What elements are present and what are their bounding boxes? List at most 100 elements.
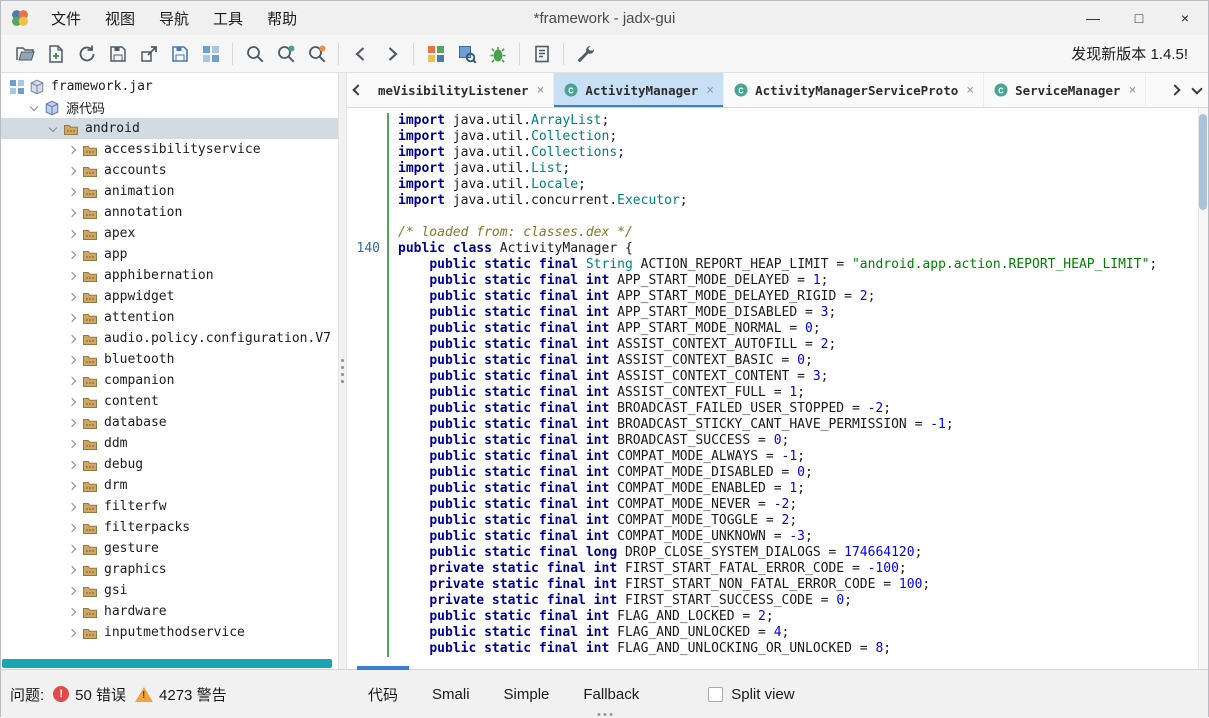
tab-ActivityManager[interactable]: CActivityManager× (554, 73, 724, 107)
code-line[interactable]: import java.util.Locale; (347, 177, 1208, 193)
code-line[interactable]: public static final int BROADCAST_SUCCES… (347, 433, 1208, 449)
code-line[interactable]: import java.util.Collection; (347, 129, 1208, 145)
tree-row-appwidget[interactable]: appwidget (1, 286, 338, 307)
tree-row-bluetooth[interactable]: bluetooth (1, 349, 338, 370)
tree-chevron-icon[interactable] (64, 310, 80, 326)
code-line[interactable]: public static final int APP_START_MODE_D… (347, 289, 1208, 305)
code-line[interactable]: public static final int FLAG_AND_UNLOCKE… (347, 625, 1208, 641)
add-files-button[interactable] (40, 39, 71, 69)
tree-row-accounts[interactable]: accounts (1, 160, 338, 181)
reload-button[interactable] (71, 39, 102, 69)
code-line[interactable]: public static final int COMPAT_MODE_ALWA… (347, 449, 1208, 465)
tab-ServiceManager[interactable]: CServiceManager× (984, 73, 1146, 107)
tree-row-annotation[interactable]: annotation (1, 202, 338, 223)
tree-chevron-icon[interactable] (64, 331, 80, 347)
code-line[interactable]: import java.util.List; (347, 161, 1208, 177)
menu-navigation[interactable]: 导航 (147, 2, 201, 35)
code-line[interactable]: public static final int COMPAT_MODE_TOGG… (347, 513, 1208, 529)
tree-row-apex[interactable]: apex (1, 223, 338, 244)
code-line[interactable]: import java.util.concurrent.Executor; (347, 193, 1208, 209)
split-view-control[interactable]: Split view (708, 686, 794, 703)
nav-back-button[interactable] (345, 39, 376, 69)
tree-row-filterfw[interactable]: filterfw (1, 496, 338, 517)
tree-row-content[interactable]: content (1, 391, 338, 412)
tree-chevron-icon[interactable] (64, 583, 80, 599)
nav-forward-button[interactable] (376, 39, 407, 69)
code-line[interactable]: public static final int COMPAT_MODE_UNKN… (347, 529, 1208, 545)
tree-row-drm[interactable]: drm (1, 475, 338, 496)
tree-chevron-icon[interactable] (64, 394, 80, 410)
tree-row-hardware[interactable]: hardware (1, 601, 338, 622)
tab-close-icon[interactable]: × (706, 83, 714, 98)
code-line[interactable]: private static final int FIRST_START_FAT… (347, 561, 1208, 577)
deobfuscation-button[interactable] (420, 39, 451, 69)
close-button[interactable]: × (1162, 1, 1208, 35)
update-notice-link[interactable]: 发现新版本 1.4.5! (1071, 43, 1200, 64)
tree-chevron-icon[interactable] (26, 100, 42, 116)
tree-chevron-icon[interactable] (64, 184, 80, 200)
code-line[interactable]: private static final int FIRST_START_NON… (347, 577, 1208, 593)
tree-chevron-icon[interactable] (64, 499, 80, 515)
tree-chevron-icon[interactable] (64, 268, 80, 284)
menu-tools[interactable]: 工具 (201, 2, 255, 35)
minimize-button[interactable]: — (1070, 1, 1116, 35)
tree-row-framework-jar[interactable]: framework.jar (1, 76, 338, 97)
code-line[interactable]: public static final int FLAG_AND_UNLOCKI… (347, 641, 1208, 657)
tree-row-filterpacks[interactable]: filterpacks (1, 517, 338, 538)
editor-vertical-scrollbar[interactable] (1198, 108, 1208, 669)
sidebar-splitter[interactable] (338, 73, 347, 669)
tree-chevron-icon[interactable] (64, 415, 80, 431)
code-line[interactable]: public static final int ASSIST_CONTEXT_F… (347, 385, 1208, 401)
view-tab-simple[interactable]: Simple (487, 670, 567, 718)
export-button[interactable] (133, 39, 164, 69)
open-file-button[interactable] (9, 39, 40, 69)
tree-chevron-icon[interactable] (64, 205, 80, 221)
code-line[interactable]: import java.util.ArrayList; (347, 113, 1208, 129)
view-tab-code[interactable]: 代码 (351, 670, 415, 718)
code-line[interactable]: public static final long DROP_CLOSE_SYST… (347, 545, 1208, 561)
tree-chevron-icon[interactable] (64, 541, 80, 557)
tree-chevron-icon[interactable] (64, 478, 80, 494)
debugger-button[interactable] (482, 39, 513, 69)
code-line[interactable]: public static final int FLAG_AND_LOCKED … (347, 609, 1208, 625)
save-project-button[interactable] (164, 39, 195, 69)
tab-close-icon[interactable]: × (966, 83, 974, 98)
tree-row-database[interactable]: database (1, 412, 338, 433)
tree-row-inputmethodservice[interactable]: inputmethodservice (1, 622, 338, 643)
code-line[interactable]: public static final int APP_START_MODE_N… (347, 321, 1208, 337)
search-symbol-button[interactable] (301, 39, 332, 69)
tree-chevron-icon[interactable] (64, 247, 80, 263)
code-line[interactable]: public static final int ASSIST_CONTEXT_C… (347, 369, 1208, 385)
inspect-button[interactable] (451, 39, 482, 69)
tree-chevron-icon[interactable] (64, 373, 80, 389)
code-editor[interactable]: import java.util.ArrayList;import java.u… (347, 108, 1208, 669)
tab-dropdown-icon[interactable] (1186, 73, 1208, 107)
tree-row-ddm[interactable]: ddm (1, 433, 338, 454)
tree-chevron-icon[interactable] (64, 604, 80, 620)
tab-ActivityManagerServiceProto[interactable]: CActivityManagerServiceProto× (724, 73, 984, 107)
view-tab-smali[interactable]: Smali (415, 670, 487, 718)
tree-row-accessibilityservice[interactable]: accessibilityservice (1, 139, 338, 160)
sidebar-horizontal-scrollbar[interactable] (2, 659, 332, 668)
tree-chevron-icon[interactable] (64, 436, 80, 452)
code-line[interactable]: public static final int ASSIST_CONTEXT_A… (347, 337, 1208, 353)
code-line[interactable]: public static final int BROADCAST_STICKY… (347, 417, 1208, 433)
code-line[interactable]: public static final int COMPAT_MODE_ENAB… (347, 481, 1208, 497)
tree-chevron-icon[interactable] (64, 457, 80, 473)
tree-chevron-icon[interactable] (64, 226, 80, 242)
tree-row-audio-policy-configuration-v7[interactable]: audio.policy.configuration.V7 (1, 328, 338, 349)
tree-row-app[interactable]: app (1, 244, 338, 265)
code-line[interactable]: public static final int APP_START_MODE_D… (347, 273, 1208, 289)
code-line[interactable]: private static final int FIRST_START_SUC… (347, 593, 1208, 609)
tree-row-gesture[interactable]: gesture (1, 538, 338, 559)
tree-chevron-icon[interactable] (64, 562, 80, 578)
flat-packages-button[interactable] (195, 39, 226, 69)
bottom-panel-grip[interactable] (597, 713, 612, 716)
search-class-button[interactable] (270, 39, 301, 69)
tree-chevron-icon[interactable] (64, 352, 80, 368)
code-line[interactable]: 140public class ActivityManager { (347, 241, 1208, 257)
menu-view[interactable]: 视图 (93, 2, 147, 35)
tree-row-graphics[interactable]: graphics (1, 559, 338, 580)
code-line[interactable]: public static final String ACTION_REPORT… (347, 257, 1208, 273)
tree-row-companion[interactable]: companion (1, 370, 338, 391)
